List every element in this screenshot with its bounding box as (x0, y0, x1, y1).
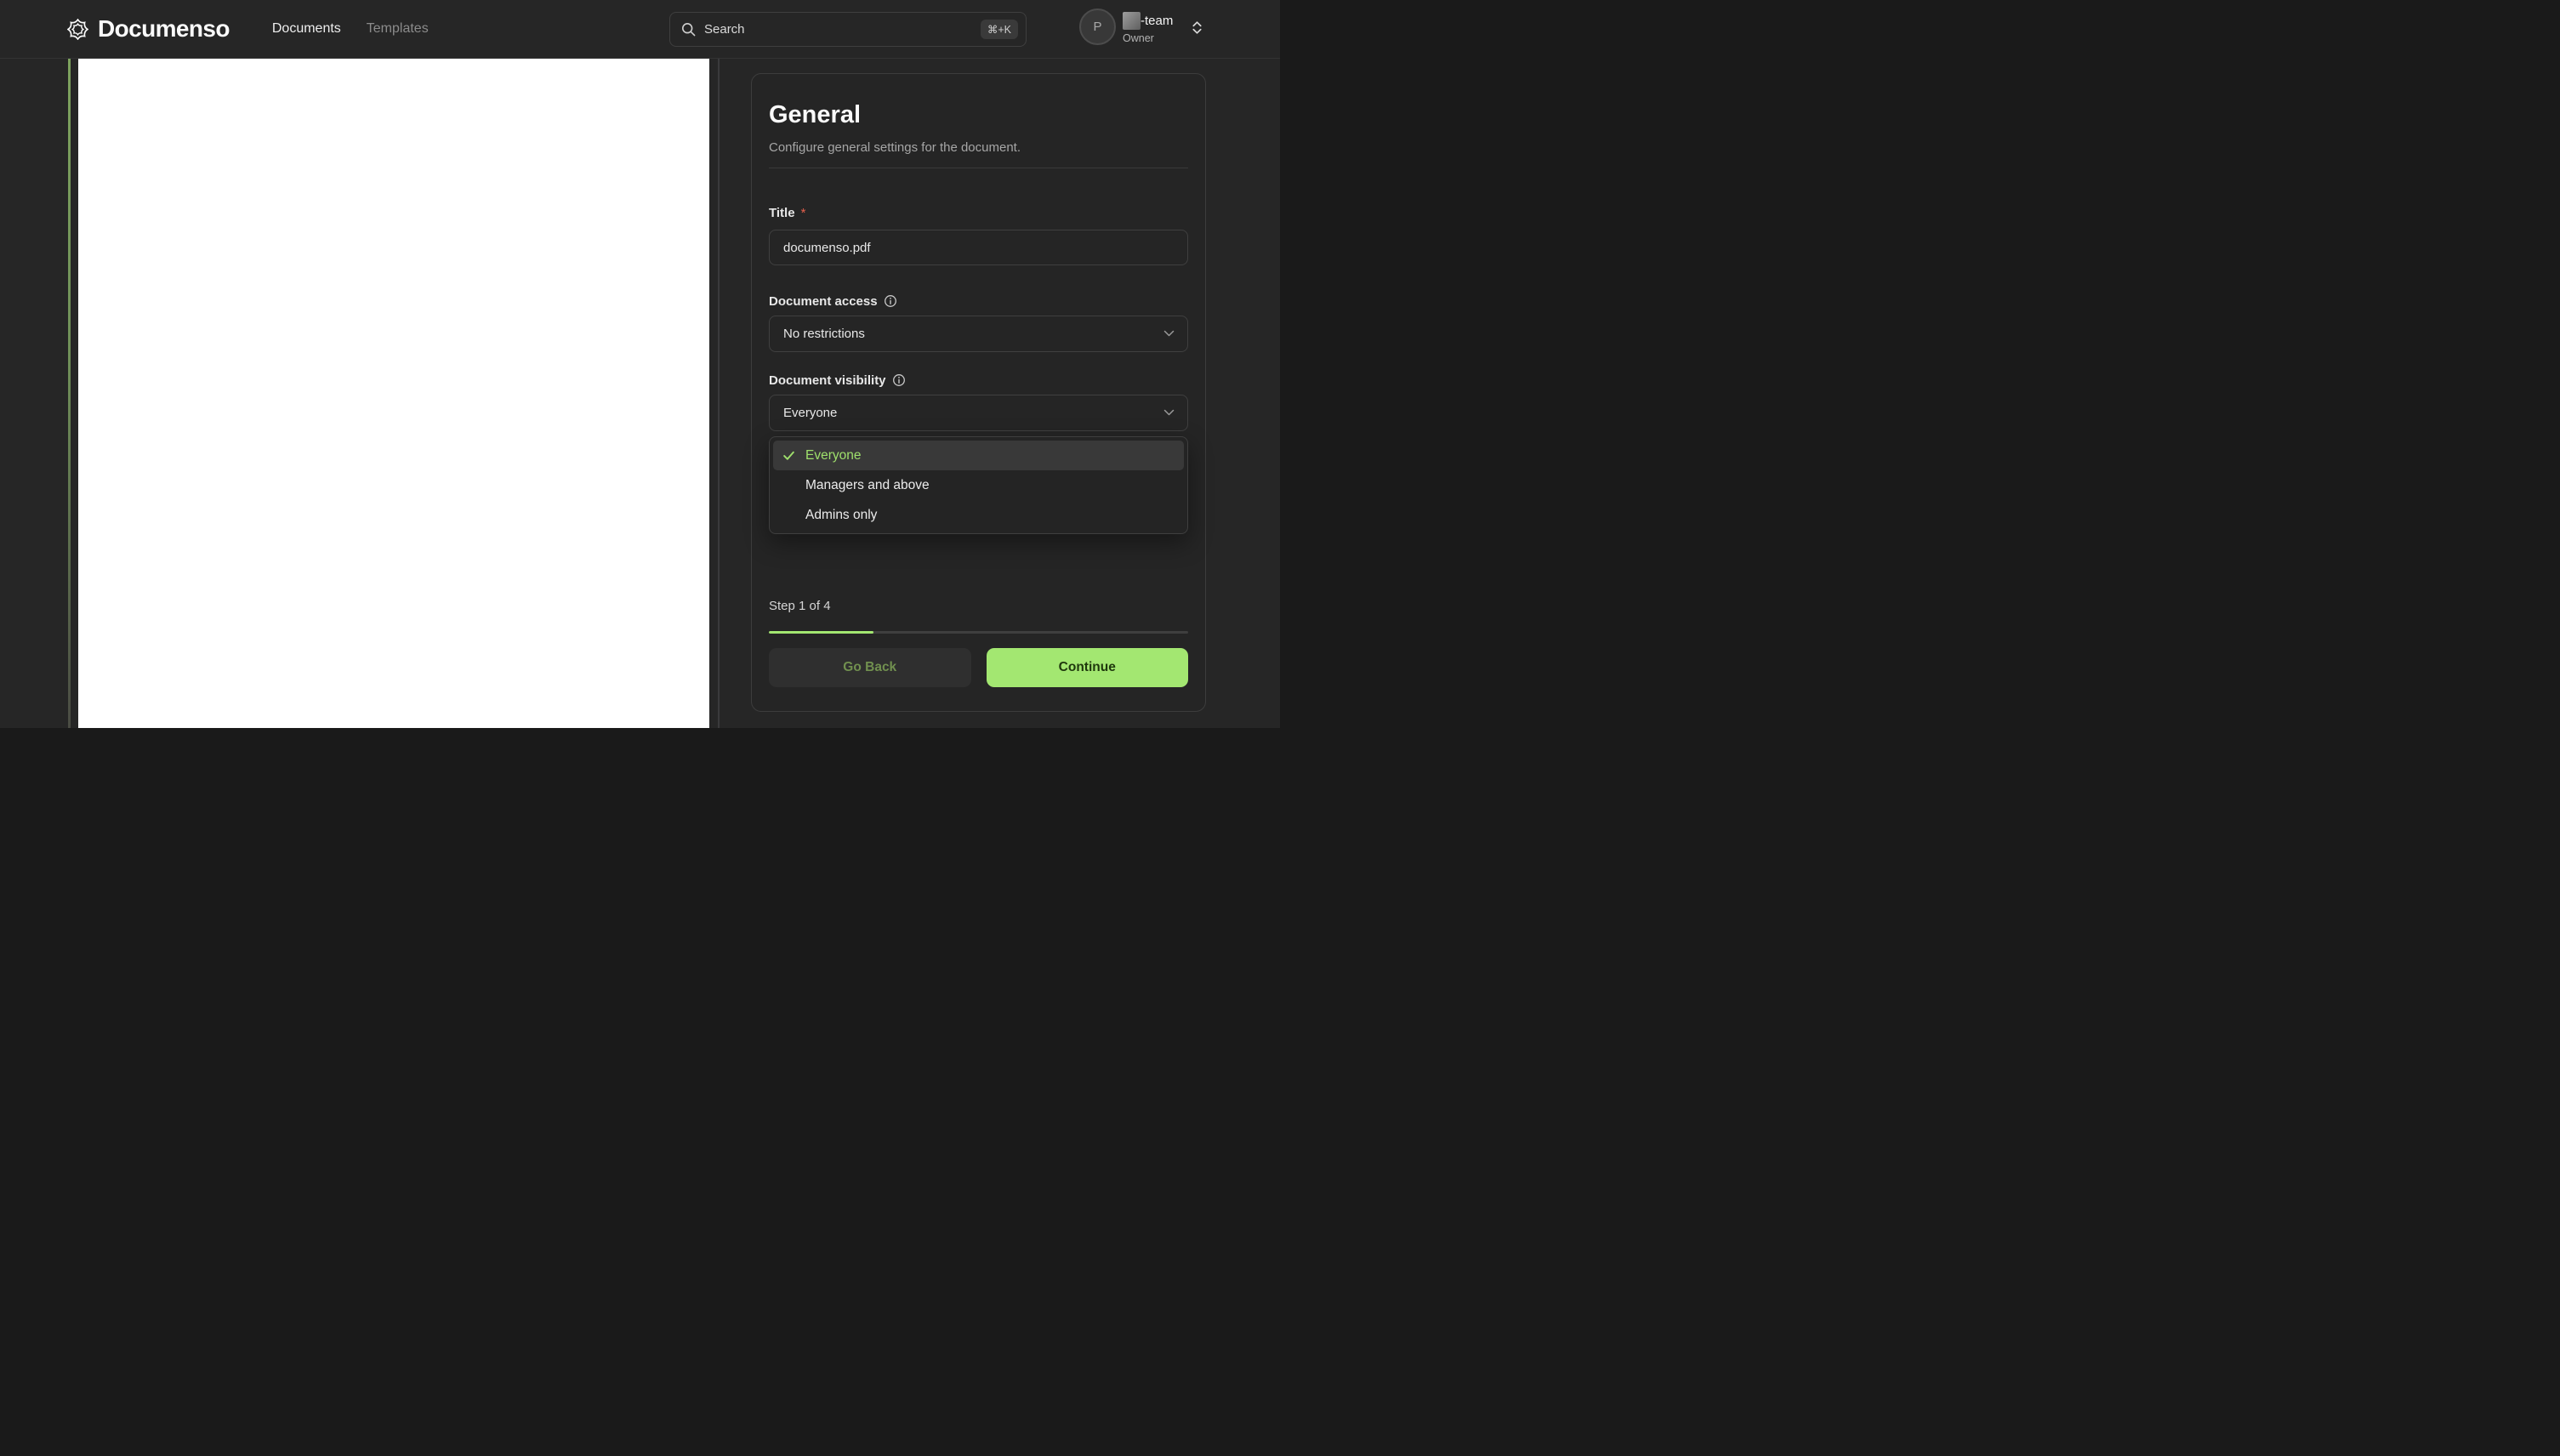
card-footer: Step 1 of 4 Go Back Continue (769, 599, 1188, 687)
main-nav: Documents Templates (272, 21, 429, 37)
check-icon (782, 449, 795, 462)
menu-option-label: Admins only (805, 507, 878, 522)
search-shortcut-badge: ⌘+K (980, 20, 1018, 39)
nav-documents[interactable]: Documents (272, 21, 341, 37)
documenso-logo-icon (67, 18, 88, 40)
info-icon[interactable] (892, 373, 906, 387)
required-asterisk: * (800, 205, 806, 220)
document-access-value: No restrictions (783, 327, 865, 341)
document-visibility-field: Document visibility Everyone Everyone Ma… (769, 373, 1188, 534)
title-label: Title (769, 205, 795, 220)
menu-option-label: Everyone (805, 447, 862, 463)
top-navigation-bar: Documenso Documents Templates Search ⌘+K… (0, 0, 1280, 59)
chevron-down-icon (1163, 409, 1175, 417)
step-indicator: Step 1 of 4 (769, 599, 831, 613)
document-access-label: Document access (769, 293, 878, 309)
app-root: Documenso Documents Templates Search ⌘+K… (0, 0, 1280, 728)
user-team-menu[interactable]: P -team Owner (1079, 9, 1203, 45)
user-meta: -team Owner (1123, 12, 1173, 44)
go-back-button[interactable]: Go Back (769, 648, 971, 687)
continue-button[interactable]: Continue (986, 648, 1188, 687)
title-input[interactable] (769, 230, 1188, 265)
menu-option-admins-only[interactable]: Admins only (773, 500, 1184, 530)
avatar-initial: P (1093, 20, 1102, 34)
nav-templates[interactable]: Templates (367, 21, 429, 37)
redacted-team-name (1123, 12, 1141, 30)
card-subtitle: Configure general settings for the docum… (769, 140, 1021, 155)
left-accent-line (68, 59, 71, 728)
menu-option-managers-and-above[interactable]: Managers and above (773, 470, 1184, 500)
chevron-up-down-icon (1192, 20, 1203, 36)
search-bar[interactable]: Search ⌘+K (669, 12, 1027, 47)
user-role: Owner (1123, 32, 1154, 44)
document-visibility-value: Everyone (783, 406, 838, 420)
document-visibility-select[interactable]: Everyone (769, 395, 1188, 431)
brand-name: Documenso (98, 15, 230, 42)
chevron-down-icon (1163, 330, 1175, 338)
visibility-dropdown-menu: Everyone Managers and above Admins only (769, 436, 1188, 534)
avatar: P (1079, 9, 1116, 45)
card-title: General (769, 101, 861, 128)
progress-bar (769, 631, 1188, 634)
menu-option-label: Managers and above (805, 477, 930, 492)
general-settings-card: General Configure general settings for t… (751, 73, 1206, 712)
search-icon (681, 22, 696, 37)
document-access-field: Document access No restrictions (769, 293, 1188, 352)
document-preview-page (78, 59, 709, 728)
document-visibility-label: Document visibility (769, 373, 886, 388)
title-field: Title * (769, 205, 1188, 265)
team-name-suffix: -team (1141, 14, 1174, 28)
info-icon[interactable] (884, 294, 897, 308)
progress-fill (769, 631, 874, 634)
brand[interactable]: Documenso (67, 15, 230, 43)
search-placeholder: Search (704, 22, 745, 37)
main-area: General Configure general settings for t… (0, 59, 1280, 728)
settings-sidebar: General Configure general settings for t… (720, 59, 1280, 728)
menu-option-everyone[interactable]: Everyone (773, 441, 1184, 470)
document-access-select[interactable]: No restrictions (769, 316, 1188, 352)
